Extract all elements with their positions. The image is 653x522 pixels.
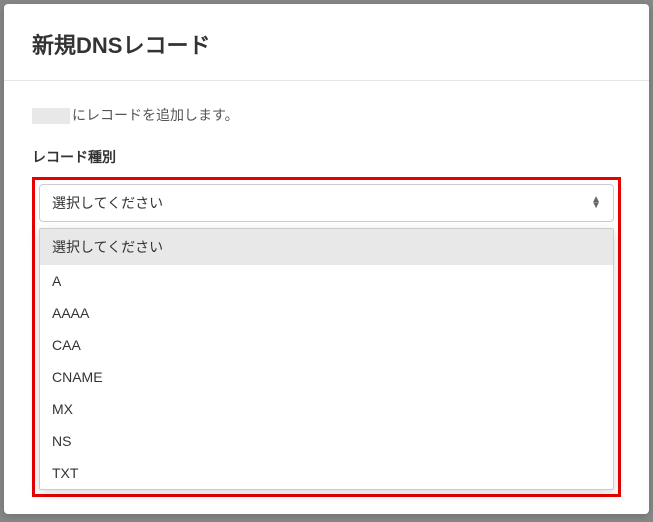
modal-header: 新規DNSレコード bbox=[4, 4, 649, 81]
record-type-select-highlight: 選択してください ▲▼ 選択してくださいAAAAACAACNAMEMXNSTXT bbox=[32, 177, 621, 497]
description-suffix: にレコードを追加します。 bbox=[72, 107, 239, 123]
dropdown-option[interactable]: NS bbox=[40, 425, 613, 457]
modal-title: 新規DNSレコード bbox=[32, 28, 621, 60]
dropdown-option[interactable]: CAA bbox=[40, 329, 613, 361]
new-dns-record-modal: 新規DNSレコード にレコードを追加します。 レコード種別 選択してください ▲… bbox=[4, 4, 649, 514]
dropdown-option[interactable]: 選択してください bbox=[40, 229, 613, 265]
record-type-label: レコード種別 bbox=[32, 147, 621, 167]
domain-placeholder bbox=[32, 108, 70, 124]
modal-body: にレコードを追加します。 レコード種別 選択してください ▲▼ 選択してください… bbox=[4, 81, 649, 521]
record-type-select[interactable]: 選択してください ▲▼ bbox=[39, 184, 614, 222]
dropdown-option[interactable]: A bbox=[40, 265, 613, 297]
select-arrows-icon: ▲▼ bbox=[591, 197, 601, 209]
description-text: にレコードを追加します。 bbox=[32, 105, 621, 125]
dropdown-option[interactable]: CNAME bbox=[40, 361, 613, 393]
record-type-dropdown: 選択してくださいAAAAACAACNAMEMXNSTXT bbox=[39, 228, 614, 490]
dropdown-option[interactable]: AAAA bbox=[40, 297, 613, 329]
select-value: 選択してください bbox=[52, 193, 163, 213]
dropdown-option[interactable]: MX bbox=[40, 393, 613, 425]
dropdown-option[interactable]: TXT bbox=[40, 457, 613, 489]
